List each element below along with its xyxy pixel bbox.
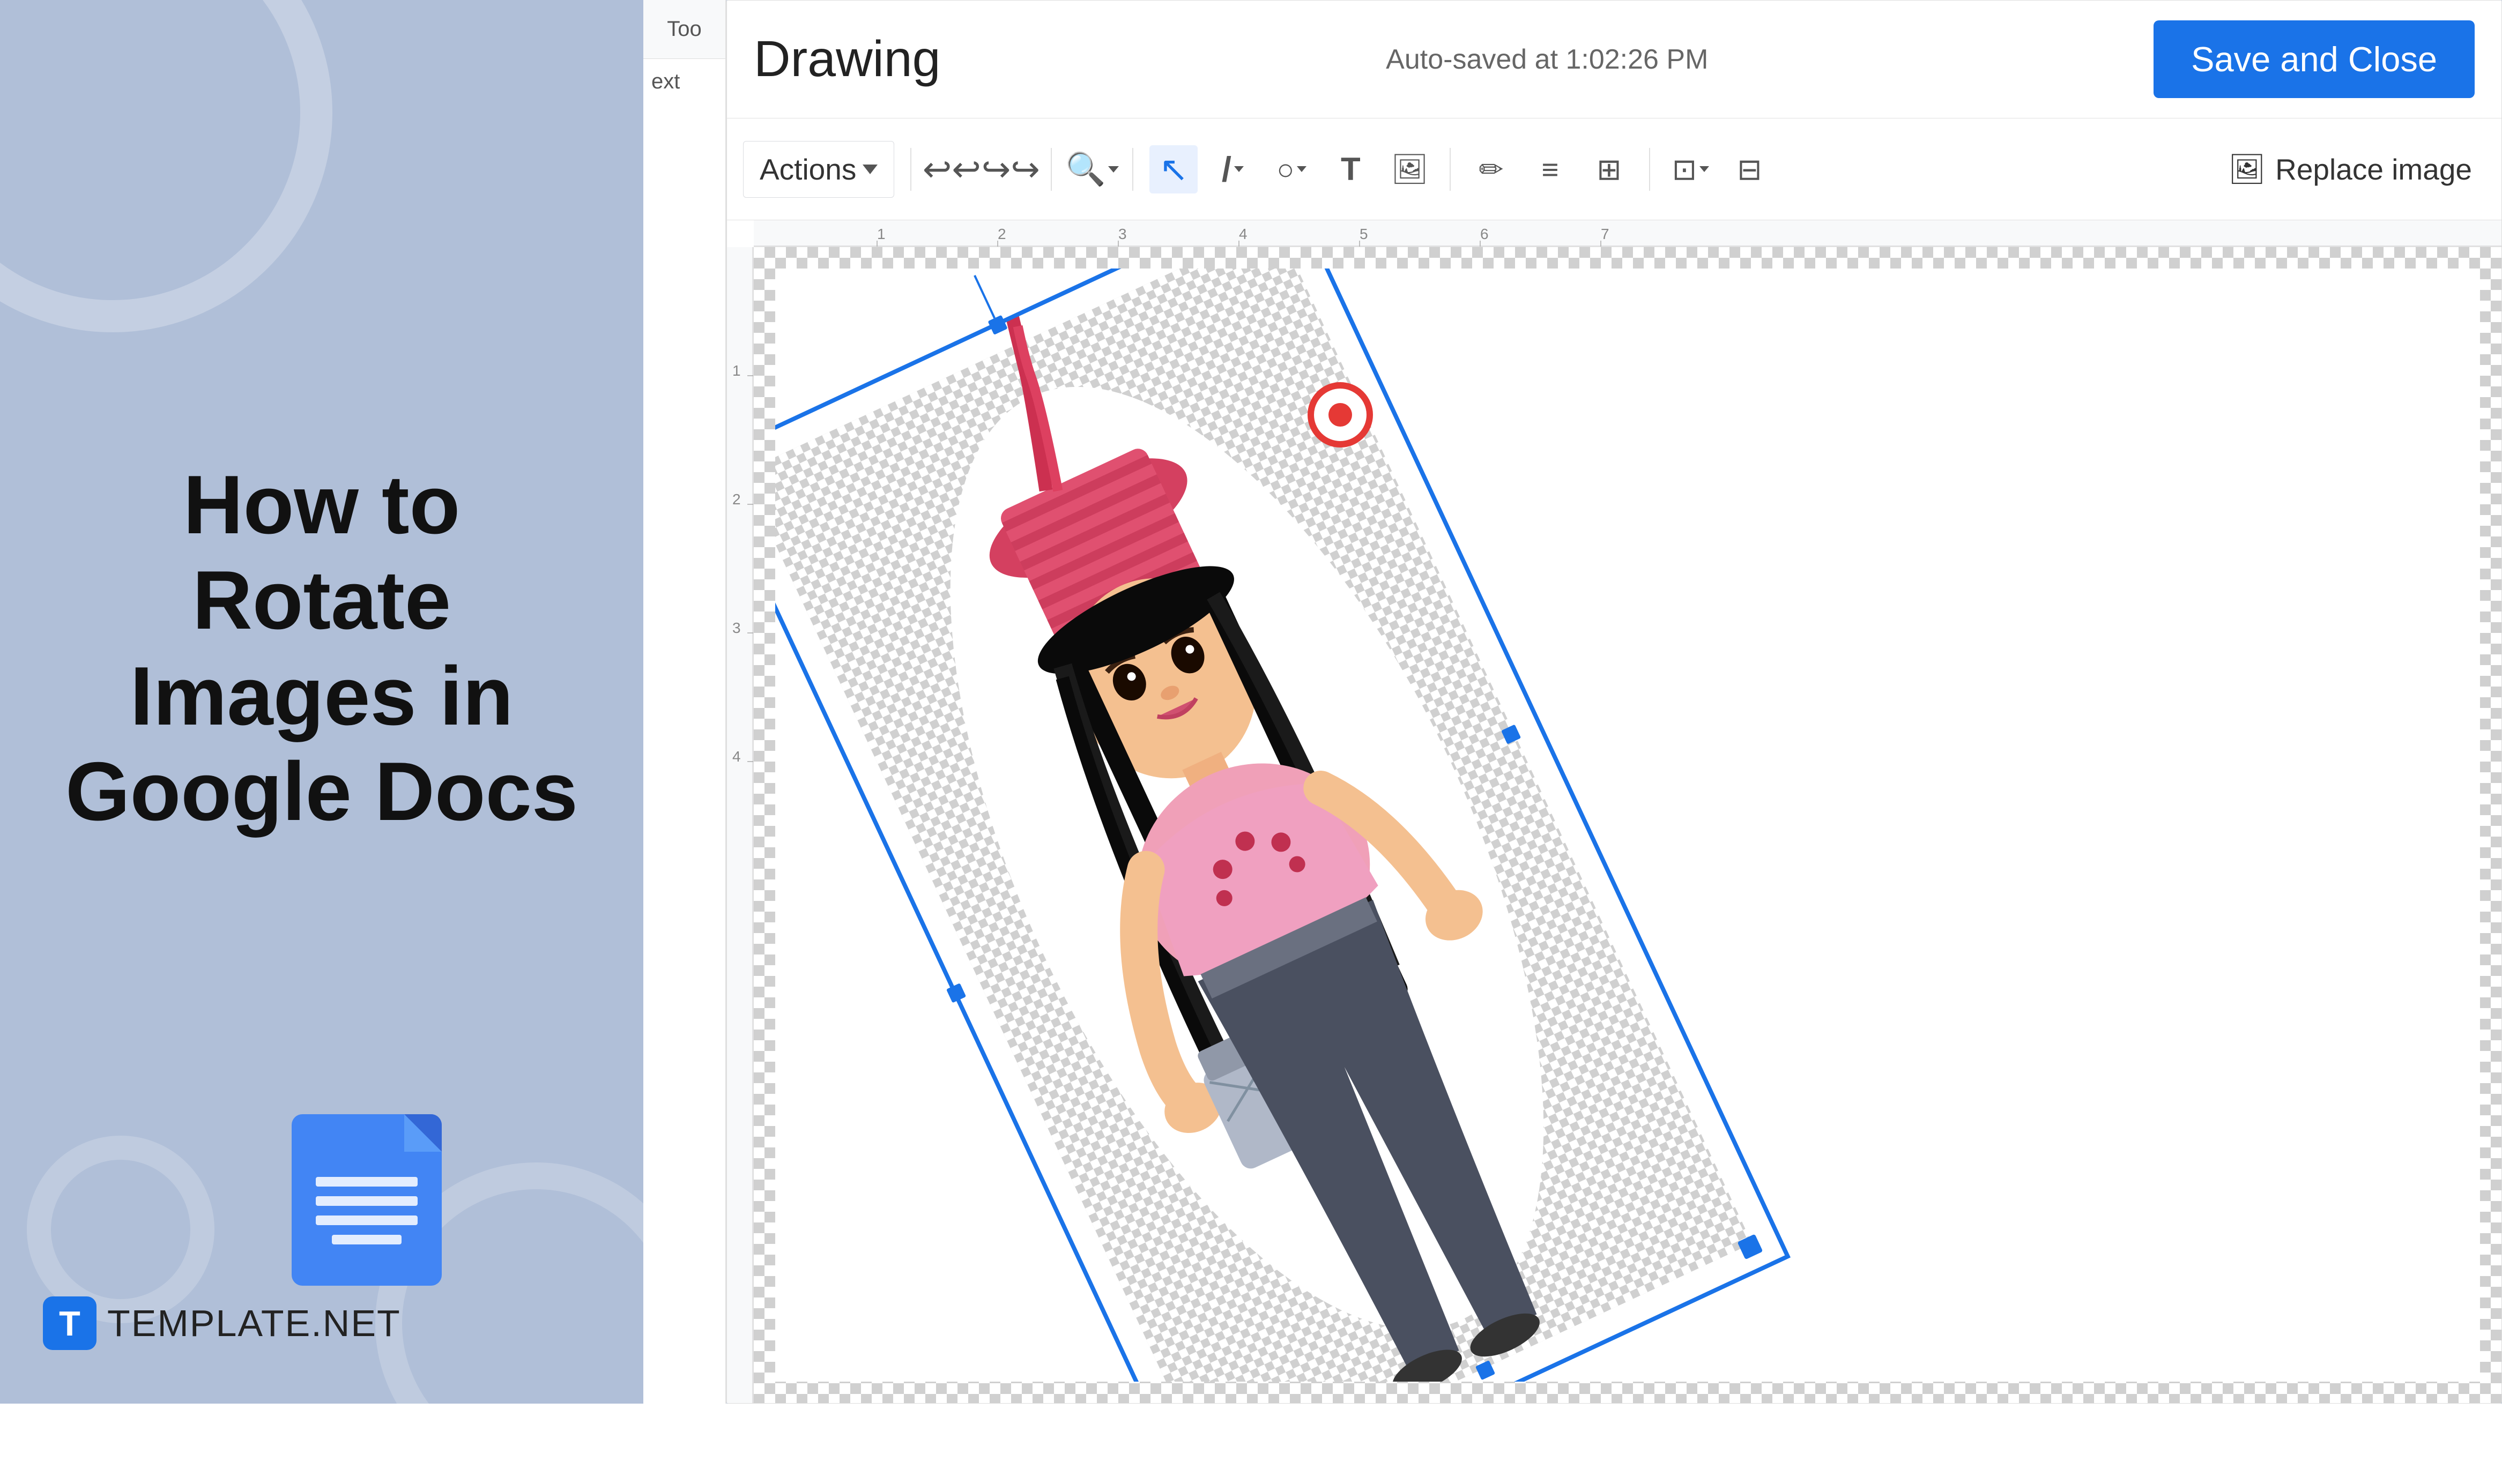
actions-button[interactable]: Actions <box>743 141 894 198</box>
ruler-left-svg: 1 2 3 4 <box>727 247 753 1403</box>
template-t-icon: T <box>43 1296 96 1350</box>
svg-text:3: 3 <box>732 620 741 636</box>
table-button[interactable]: ⊞ <box>1585 145 1633 193</box>
textbox-icon: T <box>1341 151 1361 188</box>
main-title: How to Rotate Images in Google Docs <box>43 457 600 839</box>
doc-line-1 <box>316 1177 418 1187</box>
replace-image-button[interactable]: 🖼 Replace image <box>2215 144 2485 195</box>
svg-text:4: 4 <box>1239 226 1248 242</box>
pencil-tool-button[interactable]: ✏ <box>1467 145 1515 193</box>
template-brand-name: TEMPLATE.NET <box>107 1302 401 1345</box>
crop-button[interactable]: ⊡ <box>1666 145 1714 193</box>
undo-button[interactable]: ↩ <box>927 145 976 193</box>
border-style-icon: ≡ <box>1541 152 1558 187</box>
textbox-tool-button[interactable]: T <box>1326 145 1375 193</box>
ruler-top: 1 2 3 4 5 6 7 <box>754 220 2501 247</box>
canvas-content <box>775 269 2480 1382</box>
canvas-svg <box>775 269 2480 1382</box>
right-panel: Too ext Drawing Auto-saved at 1:02:26 PM… <box>643 0 2502 1404</box>
svg-text:1: 1 <box>732 362 741 379</box>
toolbar-divider-5 <box>1649 148 1650 191</box>
drawing-canvas-wrapper: 1 2 3 4 5 6 7 <box>727 220 2501 1403</box>
redo-icon: ↪ <box>982 149 1040 190</box>
toolbar-divider-2 <box>1051 148 1052 191</box>
doc-line-3 <box>316 1215 418 1225</box>
shapes-tool-button[interactable]: ○ <box>1267 145 1316 193</box>
doc-line-4 <box>332 1235 402 1244</box>
toolbar-divider-1 <box>910 148 911 191</box>
template-logo: T TEMPLATE.NET <box>43 1296 401 1350</box>
shapes-icon: ○ <box>1276 152 1294 187</box>
svg-text:7: 7 <box>1601 226 1609 242</box>
ruler-left: 1 2 3 4 <box>727 247 754 1403</box>
crop-icon: ⊡ <box>1672 152 1697 187</box>
border-style-button[interactable]: ≡ <box>1526 145 1574 193</box>
drawing-toolbar: Actions ↩ ↪ 🔍 ↖ <box>727 118 2501 220</box>
docs-sidebar-partial: Too ext <box>643 0 726 1404</box>
line-icon: / <box>1222 149 1231 189</box>
undo-icon: ↩ <box>923 149 981 190</box>
table-icon: ⊞ <box>1597 152 1621 187</box>
svg-text:4: 4 <box>732 748 741 765</box>
ruler-top-svg: 1 2 3 4 5 6 7 <box>754 220 2501 247</box>
toolbar-partial-label: Too <box>667 17 702 41</box>
actions-label: Actions <box>760 152 856 187</box>
doc-line-2 <box>316 1196 418 1206</box>
svg-text:2: 2 <box>998 226 1006 242</box>
select-tool-button[interactable]: ↖ <box>1149 145 1198 193</box>
crop-chevron-icon <box>1699 166 1709 172</box>
zoom-icon: 🔍 <box>1066 150 1106 188</box>
drawing-canvas[interactable] <box>754 247 2501 1403</box>
line-tool-button[interactable]: / <box>1208 145 1257 193</box>
svg-text:3: 3 <box>1118 226 1127 242</box>
actions-chevron-icon <box>863 165 878 174</box>
autosave-status: Auto-saved at 1:02:26 PM <box>967 43 2127 76</box>
pencil-icon: ✏ <box>1479 152 1503 187</box>
image-icon: 🖼 <box>1391 152 1428 187</box>
zoom-button[interactable]: 🔍 <box>1068 145 1116 193</box>
decorative-circle <box>27 1136 214 1323</box>
svg-text:1: 1 <box>877 226 886 242</box>
rotation-handle-inner <box>1328 403 1352 427</box>
svg-text:6: 6 <box>1480 226 1489 242</box>
image-options-icon: ⊟ <box>1737 152 1762 187</box>
svg-text:2: 2 <box>732 491 741 508</box>
zoom-chevron-icon <box>1108 166 1119 173</box>
redo-button[interactable]: ↪ <box>986 145 1035 193</box>
google-docs-icon <box>292 1114 442 1286</box>
sidebar-toolbar-tab: Too <box>643 0 725 59</box>
drawing-title: Drawing <box>754 30 940 88</box>
shapes-chevron-icon <box>1297 166 1306 172</box>
toolbar-divider-4 <box>1450 148 1451 191</box>
left-panel: How to Rotate Images in Google Docs T TE… <box>0 0 643 1404</box>
drawing-header: Drawing Auto-saved at 1:02:26 PM Save an… <box>727 1 2501 118</box>
doc-icon-container <box>292 1114 442 1286</box>
toolbar-divider-3 <box>1132 148 1133 191</box>
logo-area: T TEMPLATE.NET <box>43 1296 401 1350</box>
replace-image-icon: 🖼 <box>2228 152 2266 187</box>
sidebar-text-label: ext <box>643 59 725 105</box>
line-chevron-icon <box>1234 166 1244 172</box>
replace-image-label: Replace image <box>2275 152 2472 187</box>
save-and-close-button[interactable]: Save and Close <box>2154 20 2475 98</box>
image-tool-button[interactable]: 🖼 <box>1385 145 1434 193</box>
image-options-button[interactable]: ⊟ <box>1725 145 1773 193</box>
cursor-icon: ↖ <box>1159 149 1188 190</box>
svg-text:5: 5 <box>1360 226 1368 242</box>
drawing-editor: Drawing Auto-saved at 1:02:26 PM Save an… <box>726 0 2502 1404</box>
